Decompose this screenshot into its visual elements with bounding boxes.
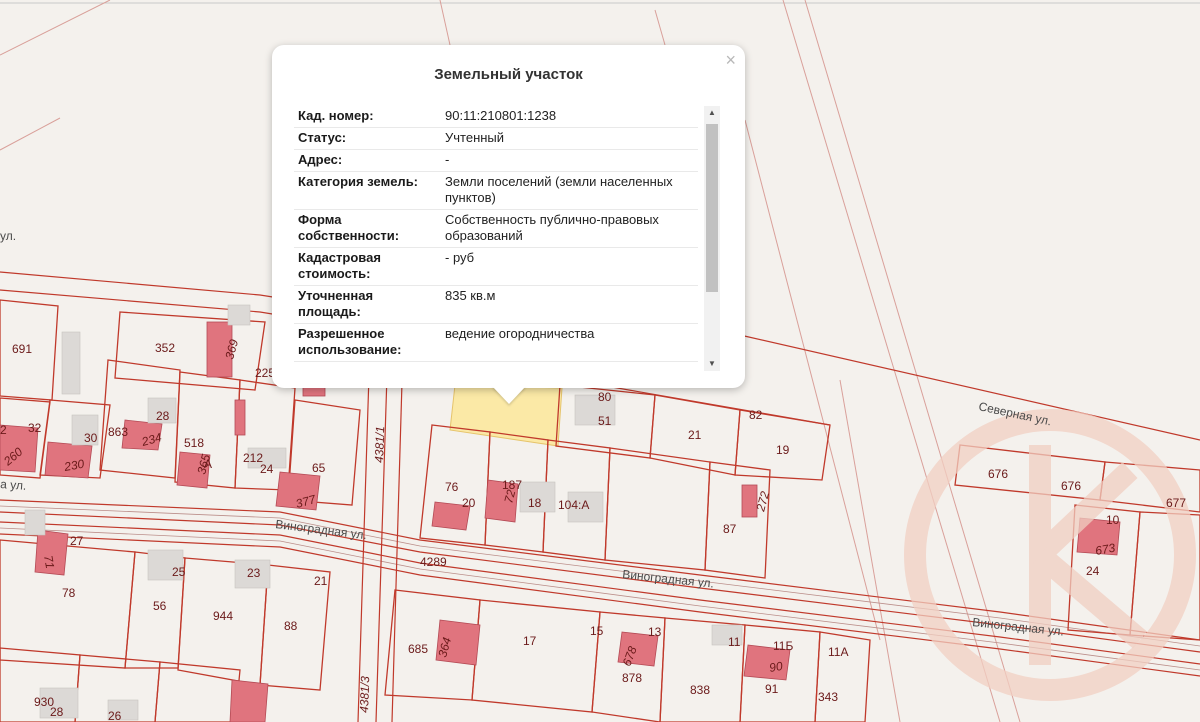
parcel-info-popup: × Земельный участок Кад. номер: 90:11:21… bbox=[272, 45, 745, 388]
parcel-info-table: Кад. номер: 90:11:210801:1238 Статус: Уч… bbox=[294, 106, 698, 362]
lot-label: 18 bbox=[528, 496, 542, 510]
lot-label: А bbox=[204, 457, 212, 471]
lot-label: 11Б bbox=[773, 639, 793, 653]
field-value: Учтенный bbox=[441, 127, 698, 150]
lot-label: 32 bbox=[28, 421, 42, 435]
popup-title: Земельный участок bbox=[434, 66, 583, 83]
field-label: Уточненная площадь: bbox=[294, 285, 441, 324]
lot-label: 10 bbox=[1106, 513, 1120, 527]
street-fragment-top-left: ул. bbox=[0, 229, 16, 243]
table-row: Кад. номер: 90:11:210801:1238 bbox=[294, 106, 698, 128]
lot-label: 863 bbox=[108, 425, 128, 439]
lot-label: 21 bbox=[314, 574, 328, 588]
lot-label: 28 bbox=[156, 409, 170, 423]
field-label: Разрешенное использование: bbox=[294, 323, 441, 362]
lot-label: 88 bbox=[284, 619, 298, 633]
lot-label: 343 bbox=[818, 690, 838, 704]
lot-label: 21 bbox=[688, 428, 702, 442]
lot-label: 352 bbox=[155, 341, 175, 355]
field-value: - руб bbox=[441, 247, 698, 286]
popup-pointer bbox=[492, 386, 526, 404]
lot-label: 51 bbox=[598, 414, 612, 428]
table-row: Кадастровая стоимость: - руб bbox=[294, 247, 698, 286]
field-label: Статус: bbox=[294, 127, 441, 150]
lot-label: 4381/1 bbox=[372, 426, 387, 463]
lot-label: 24 bbox=[260, 462, 274, 476]
field-label: Адрес: bbox=[294, 149, 441, 172]
lot-label: 87 bbox=[723, 522, 737, 536]
lot-label: 76 bbox=[445, 480, 459, 494]
lot-label: 518 bbox=[184, 436, 204, 450]
field-label: Кад. номер: bbox=[294, 106, 441, 128]
lot-label: 676 bbox=[1061, 479, 1081, 493]
field-value: 835 кв.м bbox=[441, 285, 698, 324]
scrollbar[interactable]: ▲ ▼ bbox=[704, 106, 720, 371]
table-row: Разрешенное использование: ведение огоро… bbox=[294, 323, 698, 362]
lot-label: 4289 bbox=[420, 555, 447, 569]
lot-label: 28 bbox=[50, 705, 64, 719]
lot-label: 26 bbox=[108, 709, 122, 722]
lot-label: 878 bbox=[622, 671, 642, 685]
lot-label: 56 bbox=[153, 599, 167, 613]
lot-label: 71 bbox=[41, 554, 57, 570]
lot-label: 691 bbox=[12, 342, 32, 356]
scroll-down-arrow-icon[interactable]: ▼ bbox=[704, 357, 720, 371]
lot-label: 80 bbox=[598, 390, 612, 404]
lot-label: 78 bbox=[62, 586, 76, 600]
lot-label: 13 bbox=[648, 625, 662, 639]
lot-label: 82 bbox=[749, 408, 763, 422]
lot-label: 90 bbox=[768, 659, 784, 675]
street-fragment-left: а ул. bbox=[0, 477, 27, 493]
lot-label: 19 bbox=[776, 443, 790, 457]
lot-label: 944 bbox=[213, 609, 233, 623]
lot-label: 25 bbox=[172, 565, 186, 579]
table-row: Категория земель: Земли поселений (земли… bbox=[294, 171, 698, 210]
lot-label: 677 bbox=[1166, 496, 1186, 510]
table-row: Форма собственности: Собственность публи… bbox=[294, 209, 698, 248]
lot-label: 2 bbox=[0, 423, 7, 437]
field-value: Собственность публично-правовых образова… bbox=[441, 209, 698, 248]
lot-label: 20 bbox=[462, 496, 476, 510]
field-label: Форма собственности: bbox=[294, 209, 441, 248]
table-row: Адрес: - bbox=[294, 149, 698, 172]
lot-label: 104:А bbox=[558, 498, 589, 512]
lot-label: 23 bbox=[247, 566, 261, 580]
field-label: Кадастровая стоимость: bbox=[294, 247, 441, 286]
lot-label: 4381/3 bbox=[357, 676, 372, 713]
lot-label: 676 bbox=[988, 467, 1008, 481]
lot-label: 17 bbox=[523, 634, 537, 648]
scrollbar-thumb[interactable] bbox=[706, 124, 718, 292]
lot-label: 11 bbox=[728, 635, 741, 649]
field-label: Категория земель: bbox=[294, 171, 441, 210]
table-row: Статус: Учтенный bbox=[294, 127, 698, 150]
lot-label: 838 bbox=[690, 683, 710, 697]
lot-label: 15 bbox=[590, 624, 604, 638]
field-value: - bbox=[441, 149, 698, 172]
scroll-up-arrow-icon[interactable]: ▲ bbox=[704, 106, 720, 120]
field-value: 90:11:210801:1238 bbox=[441, 106, 698, 128]
lot-label: 91 bbox=[765, 682, 779, 696]
lot-label: 30 bbox=[84, 431, 98, 445]
lot-label: 27 bbox=[70, 534, 84, 548]
lot-label: 65 bbox=[312, 461, 326, 475]
field-value: ведение огородничества bbox=[441, 323, 698, 362]
field-value: Земли поселений (земли населенных пункто… bbox=[441, 171, 698, 210]
parcel-info-scroll-area[interactable]: Кад. номер: 90:11:210801:1238 Статус: Уч… bbox=[294, 106, 720, 371]
lot-label: 11А bbox=[828, 645, 848, 659]
lot-label: 24 bbox=[1086, 564, 1100, 578]
lot-label: 685 bbox=[408, 642, 428, 656]
table-row: Уточненная площадь: 835 кв.м bbox=[294, 285, 698, 324]
